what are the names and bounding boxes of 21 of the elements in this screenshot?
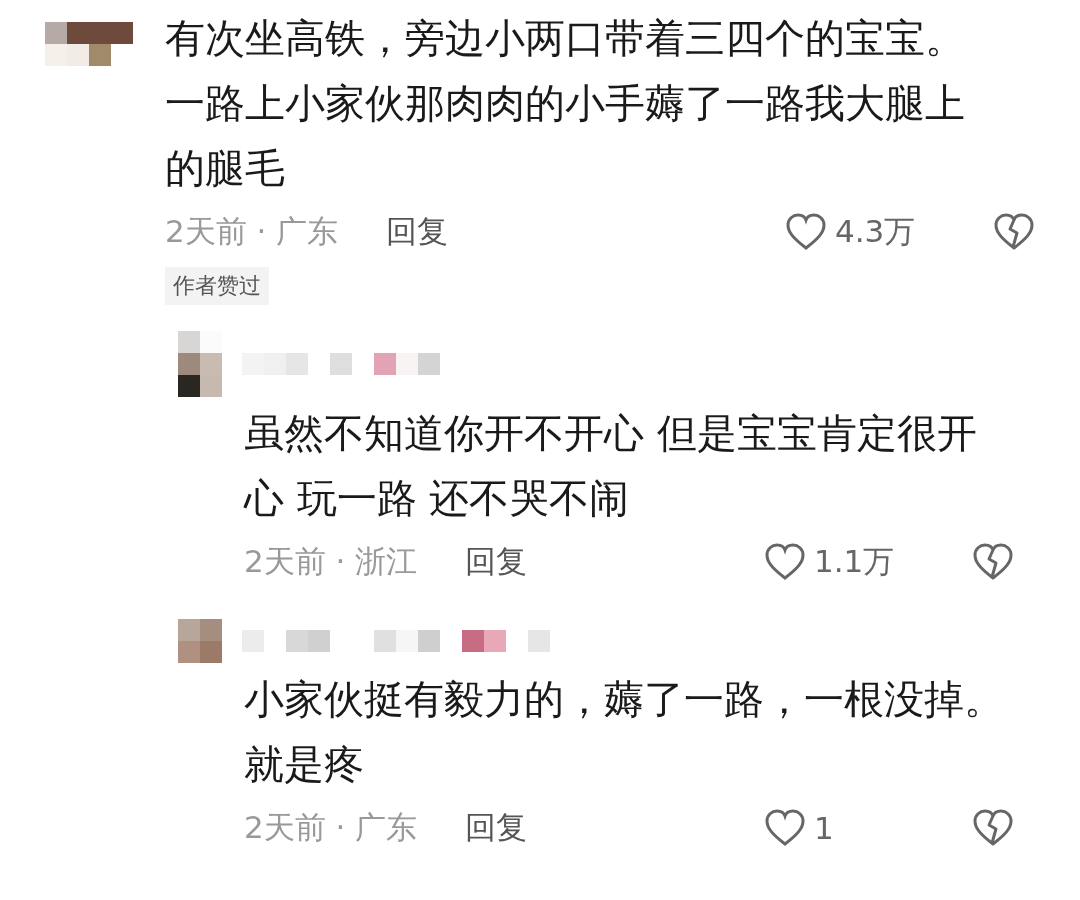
broken-heart-icon[interactable] [993,213,1035,251]
like-count: 1.1万 [814,542,896,581]
reply-link[interactable]: 回复 [386,211,449,253]
comment-text: 有次坐高铁，旁边小两口带着三四个的宝宝。一路上小家伙那肉肉的小手薅了一路我大腿上的腿毛 [165,14,966,193]
heart-icon[interactable] [764,809,806,847]
like-count: 4.3万 [835,212,917,251]
reply-text: 小家伙挺有毅力的，薅了一路，一根没掉。就是疼 [243,675,1005,789]
author-liked-tag: 作者赞过 [165,267,269,305]
heart-icon[interactable] [764,543,806,581]
reply-link[interactable]: 回复 [465,807,528,849]
reply-text: 虽然不知道你开不开心 但是宝宝肯定很开心 玩一路 还不哭不闹 [242,409,978,523]
broken-heart-icon[interactable] [972,809,1014,847]
time-and-location: 2天前 · 广东 [244,808,418,847]
time-and-location: 2天前 · 广东 [165,212,339,251]
heart-icon[interactable] [785,213,827,251]
pixelated-avatar [178,331,222,397]
broken-heart-icon[interactable] [972,543,1014,581]
reply-link[interactable]: 回复 [465,541,528,583]
like-count: 1 [814,810,835,846]
time-and-location: 2天前 · 浙江 [244,542,418,581]
pixelated-avatar [178,619,222,663]
